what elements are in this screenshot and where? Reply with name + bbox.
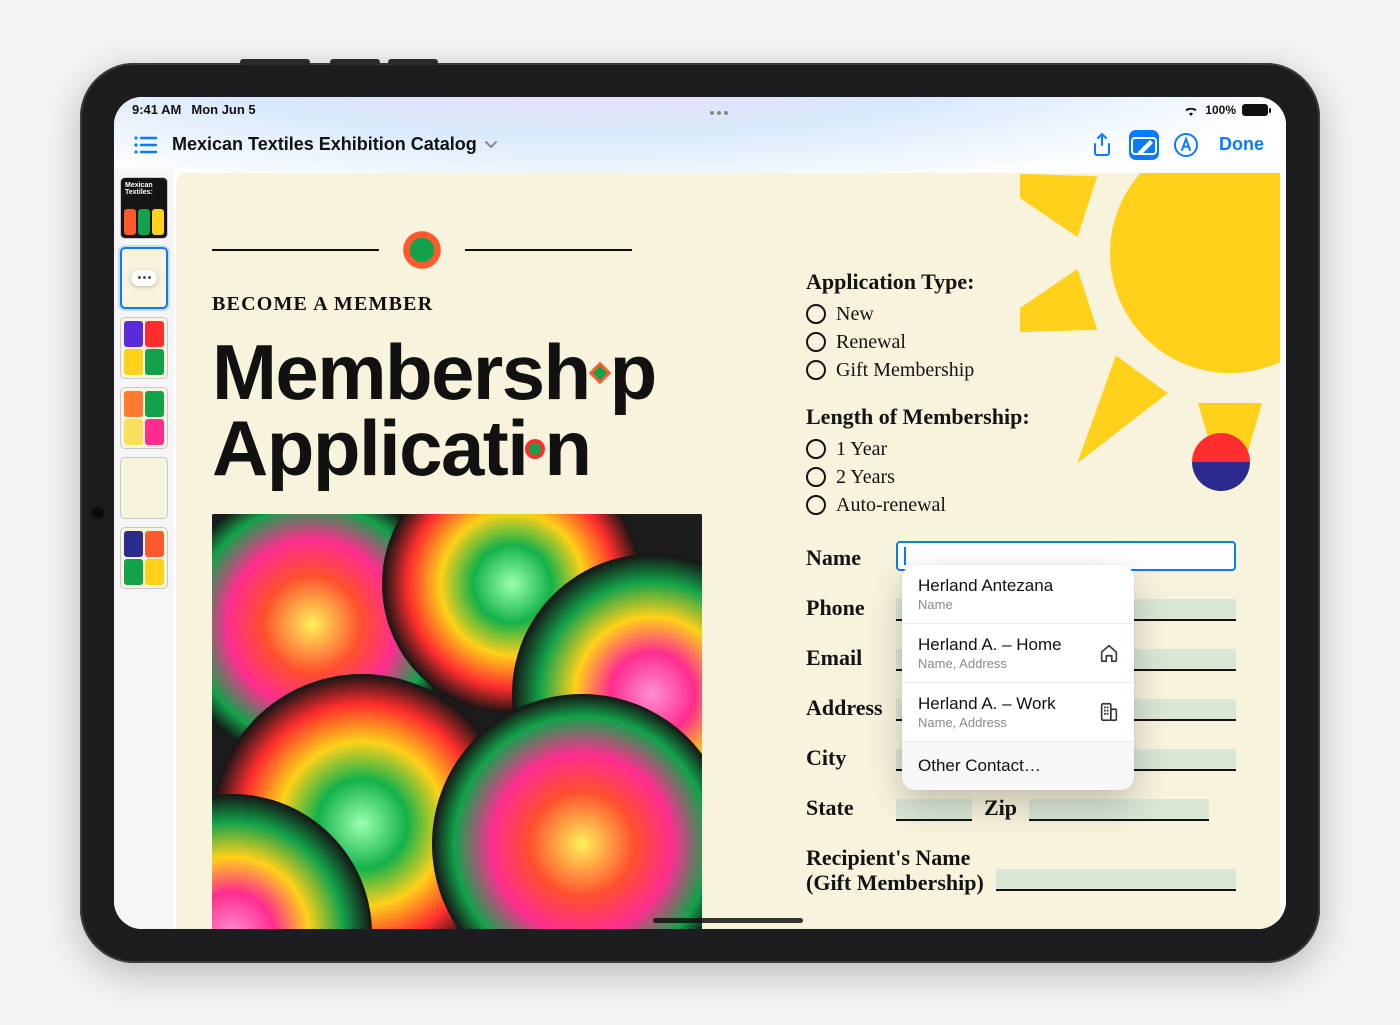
recipient-field[interactable] [996, 869, 1236, 891]
app-type-heading: Application Type: [806, 269, 1236, 295]
thumbnail-page-5[interactable] [120, 457, 168, 519]
markup-button[interactable] [1129, 130, 1159, 160]
thumbnail-page-6[interactable] [120, 527, 168, 589]
radio-icon [806, 495, 826, 515]
radio-1year[interactable]: 1 Year [806, 438, 1236, 461]
label-state: State [806, 795, 884, 821]
textile-artwork [212, 514, 702, 928]
radio-auto[interactable]: Auto-renewal [806, 494, 1236, 517]
radio-icon [806, 360, 826, 380]
radio-2years[interactable]: 2 Years [806, 466, 1236, 489]
radio-icon [806, 467, 826, 487]
radio-icon [806, 439, 826, 459]
hw-camera [92, 507, 104, 519]
status-date: Mon Jun 5 [191, 102, 255, 117]
document-title-button[interactable]: Mexican Textiles Exhibition Catalog [172, 134, 497, 155]
state-field[interactable] [896, 799, 972, 821]
text-caret [904, 547, 906, 565]
document-title: Mexican Textiles Exhibition Catalog [172, 134, 477, 155]
diamond-decoration [403, 231, 441, 269]
radio-new[interactable]: New [806, 303, 1236, 326]
battery-icon [1242, 104, 1268, 116]
hw-volume-down [388, 59, 438, 65]
thumbnail-menu-button[interactable] [131, 270, 157, 286]
wifi-icon [1183, 104, 1199, 116]
zip-field[interactable] [1029, 799, 1209, 821]
hw-power-button [240, 59, 310, 65]
chevron-down-icon [485, 140, 497, 150]
multitask-dots[interactable] [256, 105, 1184, 115]
thumbnail-page-2-selected[interactable] [120, 247, 168, 309]
label-city: City [806, 745, 884, 771]
document-page[interactable]: BECOME A MEMBER Membershp Applicatin [176, 173, 1280, 929]
battery-pct: 100% [1205, 103, 1236, 117]
thumbnail-page-1[interactable] [120, 177, 168, 239]
done-button[interactable]: Done [1213, 134, 1270, 155]
status-time: 9:41 AM [132, 102, 181, 117]
autofill-other-contact[interactable]: Other Contact… [902, 741, 1134, 790]
radio-gift[interactable]: Gift Membership [806, 359, 1236, 382]
thumbnail-page-4[interactable] [120, 387, 168, 449]
label-email: Email [806, 645, 884, 671]
building-icon [1098, 701, 1120, 723]
home-icon [1098, 642, 1120, 664]
radio-icon [806, 304, 826, 324]
label-recipient: Recipient's Name(Gift Membership) [806, 845, 984, 896]
label-name: Name [806, 545, 884, 571]
status-bar: 9:41 AM Mon Jun 5 100% [114, 97, 1286, 121]
sidebar-toggle-button[interactable] [130, 130, 160, 160]
label-zip: Zip [984, 795, 1017, 821]
label-address: Address [806, 695, 884, 721]
radio-icon [806, 332, 826, 352]
toolbar: Mexican Textiles Exhibition Catalog Done [114, 121, 1286, 169]
autofill-button[interactable] [1171, 130, 1201, 160]
radio-renewal[interactable]: Renewal [806, 331, 1236, 354]
autofill-suggestion-2[interactable]: Herland A. – Home Name, Address [902, 623, 1134, 682]
ipad-frame: 9:41 AM Mon Jun 5 100% Mexican Textiles … [80, 63, 1320, 963]
label-phone: Phone [806, 595, 884, 621]
share-button[interactable] [1087, 130, 1117, 160]
autofill-suggestion-1[interactable]: Herland Antezana Name [902, 565, 1134, 623]
home-indicator[interactable] [653, 918, 803, 923]
autofill-popover: Herland Antezana Name Herland A. – Home … [902, 565, 1134, 790]
thumbnail-page-3[interactable] [120, 317, 168, 379]
length-heading: Length of Membership: [806, 404, 1236, 430]
page-thumbnails[interactable] [114, 169, 174, 929]
hw-volume-up [330, 59, 380, 65]
autofill-suggestion-3[interactable]: Herland A. – Work Name, Address [902, 682, 1134, 741]
